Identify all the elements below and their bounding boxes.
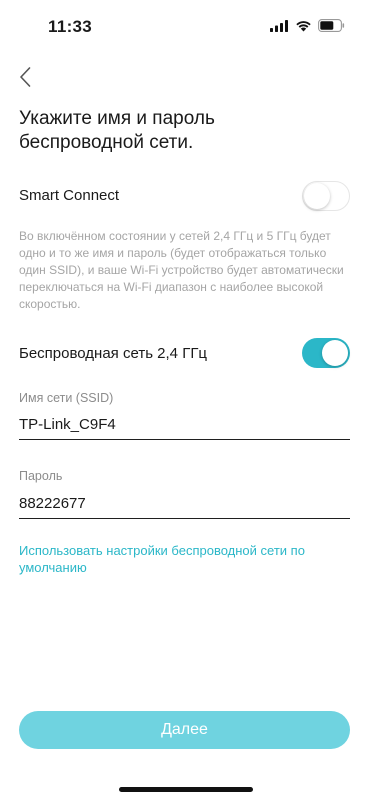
status-bar: 11:33 — [0, 0, 369, 52]
smart-connect-label: Smart Connect — [19, 187, 120, 204]
toggle-knob — [322, 340, 348, 366]
status-icons — [270, 19, 345, 32]
next-button[interactable]: Далее — [19, 711, 350, 749]
page-title: Укажите имя и пароль беспроводной сети. — [19, 108, 215, 153]
back-button[interactable] — [10, 62, 40, 92]
battery-icon — [318, 19, 345, 32]
status-time: 11:33 — [48, 17, 93, 36]
password-input[interactable] — [19, 495, 350, 519]
use-default-settings-link[interactable]: Использовать настройки беспроводной сети… — [19, 542, 349, 576]
wireless-24-label: Беспроводная сеть 2,4 ГГц — [19, 345, 208, 362]
cellular-signal-icon — [270, 19, 288, 32]
toggle-knob — [304, 183, 330, 209]
home-indicator — [119, 787, 253, 792]
password-label: Пароль — [19, 469, 63, 483]
ssid-input[interactable] — [19, 416, 350, 440]
smart-connect-toggle[interactable] — [302, 181, 350, 211]
chevron-left-icon — [20, 67, 31, 87]
wireless-24-toggle[interactable] — [302, 338, 350, 368]
ssid-label: Имя сети (SSID) — [19, 391, 114, 405]
wifi-icon — [296, 20, 311, 31]
smart-connect-description: Во включённом состоянии у сетей 2,4 ГГц … — [19, 229, 344, 311]
